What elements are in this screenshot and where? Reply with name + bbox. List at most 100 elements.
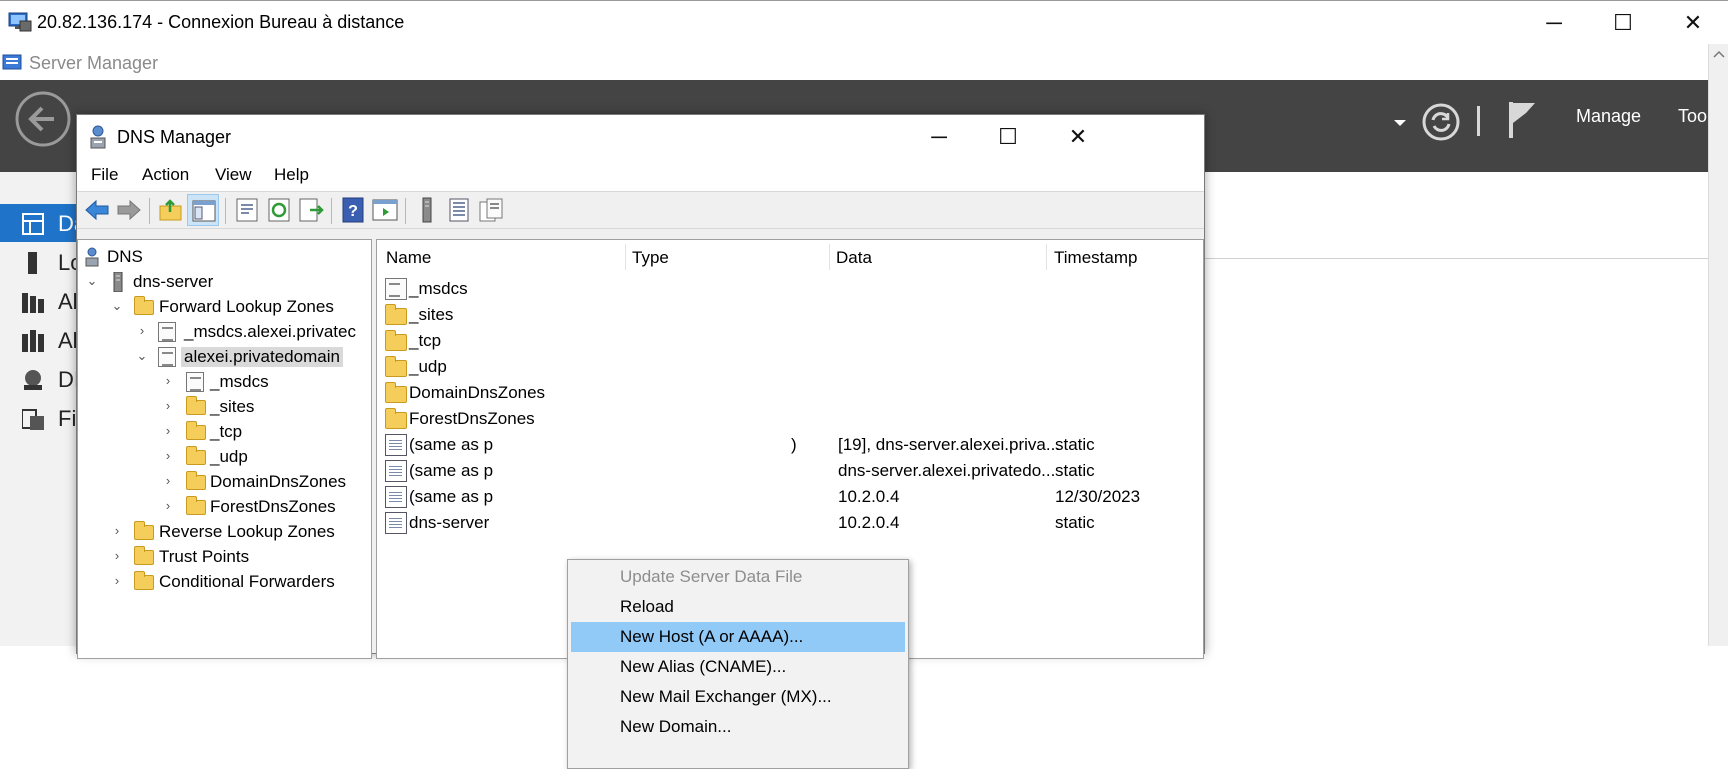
zone-icon: [385, 278, 407, 300]
table-row[interactable]: _msdcs: [377, 276, 1203, 302]
context-menu-item[interactable]: New Domain...: [571, 712, 905, 742]
expand-chevron-icon[interactable]: ›: [161, 399, 175, 413]
dns-manager-window: DNS Manager ─ ☐ ✕ File Action View Help …: [76, 114, 1205, 769]
dropdown-arrow-icon[interactable]: [1392, 118, 1408, 128]
expand-chevron-icon[interactable]: ›: [110, 524, 124, 538]
expand-chevron-icon[interactable]: ›: [161, 449, 175, 463]
refresh-icon[interactable]: [1421, 102, 1461, 142]
column-header-type[interactable]: Type: [632, 248, 669, 268]
dns-close-button[interactable]: ✕: [1053, 117, 1103, 157]
zone-copy-icon[interactable]: [477, 196, 505, 224]
dns-minimize-button[interactable]: ─: [914, 117, 964, 157]
table-row[interactable]: (same as p 10.2.0.4 12/30/2023: [377, 484, 1203, 510]
server-manager-icon: [2, 54, 22, 70]
table-row[interactable]: (same as p) [19], dns-server.alexei.priva…: [377, 432, 1203, 458]
cell-timestamp: static: [1055, 513, 1095, 532]
svg-text:?: ?: [348, 203, 358, 220]
context-menu: Update Server Data File Reload New Host (A…: [567, 559, 909, 769]
table-row[interactable]: (same as p dns-server.alexei.privatedo...…: [377, 458, 1203, 484]
console-tree-icon: [192, 200, 216, 222]
rdp-maximize-button[interactable]: ☐: [1598, 3, 1648, 43]
sidebar-item-file-services[interactable]: Fi: [0, 399, 80, 437]
table-row[interactable]: dns-server 10.2.0.4 static: [377, 510, 1203, 536]
context-menu-item[interactable]: New Alias (CNAME)...: [571, 652, 905, 682]
folder-icon: [186, 396, 206, 415]
expand-chevron-icon[interactable]: ›: [161, 424, 175, 438]
rdp-title-bar: 20.82.136.174 - Connexion Bureau à dista…: [0, 0, 1728, 44]
show-hide-tree-button[interactable]: [187, 194, 219, 226]
help-icon[interactable]: ?: [339, 196, 367, 224]
collapse-chevron-icon[interactable]: ⌄: [110, 299, 124, 313]
toolbar-separator: [149, 198, 150, 224]
column-divider[interactable]: [1046, 244, 1047, 270]
sidebar-item-dns[interactable]: DI: [0, 360, 80, 398]
server-manager-scrollbar[interactable]: [1708, 44, 1728, 646]
table-row[interactable]: _udp: [377, 354, 1203, 380]
zone-icon: [186, 372, 204, 392]
tools-menu[interactable]: Too: [1678, 106, 1707, 127]
cell-timestamp: static: [1055, 461, 1095, 480]
cell-timestamp: static: [1055, 435, 1095, 454]
up-folder-icon[interactable]: [157, 196, 185, 224]
cell-name: dns-server: [409, 513, 490, 532]
zone-icon: [158, 347, 176, 367]
column-header-timestamp[interactable]: Timestamp: [1054, 248, 1137, 268]
collapse-chevron-icon[interactable]: ⌄: [135, 349, 149, 363]
scroll-up-icon[interactable]: [1713, 50, 1725, 58]
rdp-close-button[interactable]: ✕: [1668, 3, 1718, 43]
menu-help[interactable]: Help: [274, 165, 309, 185]
context-menu-item[interactable]: New Mail Exchanger (MX)...: [571, 682, 905, 712]
dns-toolbar: ?: [77, 191, 1204, 229]
rdp-window-title: 20.82.136.174 - Connexion Bureau à dista…: [37, 12, 405, 32]
server-icon[interactable]: [413, 196, 441, 224]
file-services-icon: [22, 409, 44, 430]
expand-chevron-icon[interactable]: ›: [161, 474, 175, 488]
context-menu-item[interactable]: New Host (A or AAAA)...: [571, 622, 905, 652]
sidebar-item-ad[interactable]: Al: [0, 321, 80, 359]
expand-chevron-icon[interactable]: ›: [110, 574, 124, 588]
table-row[interactable]: _tcp: [377, 328, 1203, 354]
sidebar-item-all-servers[interactable]: Al: [0, 282, 80, 320]
table-row[interactable]: _sites: [377, 302, 1203, 328]
manage-menu[interactable]: Manage: [1576, 106, 1641, 127]
back-arrow-icon[interactable]: [14, 90, 72, 148]
notifications-flag-icon[interactable]: [1508, 100, 1538, 140]
column-divider[interactable]: [625, 244, 626, 270]
expand-chevron-icon[interactable]: ›: [161, 499, 175, 513]
console-tree: DNS ⌄ dns-server ⌄ Forward Lookup Zones …: [77, 239, 372, 659]
dns-manager-title-bar: DNS Manager ─ ☐ ✕: [77, 115, 1204, 159]
menu-view[interactable]: View: [215, 165, 252, 185]
menu-file[interactable]: File: [91, 165, 118, 185]
dns-manager-app-icon: [90, 125, 106, 149]
expand-chevron-icon[interactable]: ›: [110, 549, 124, 563]
dns-maximize-button[interactable]: ☐: [983, 117, 1033, 157]
list-icon[interactable]: [445, 196, 473, 224]
toolbar-separator: [225, 198, 226, 224]
expand-chevron-icon[interactable]: ›: [135, 324, 149, 338]
sidebar-item-dashboard[interactable]: Da: [0, 204, 86, 242]
export-list-icon[interactable]: [297, 196, 325, 224]
column-header-data[interactable]: Data: [836, 248, 872, 268]
server-icon: [113, 272, 123, 292]
back-icon[interactable]: [83, 196, 111, 224]
folder-icon: [385, 382, 407, 403]
properties-icon[interactable]: [233, 196, 261, 224]
refresh-icon[interactable]: [265, 196, 293, 224]
dns-root-icon: [85, 247, 99, 267]
sidebar-item-local-server[interactable]: Lo: [0, 243, 82, 281]
folder-icon: [186, 446, 206, 465]
record-icon: [385, 460, 407, 482]
table-row[interactable]: ForestDnsZones: [377, 406, 1203, 432]
forward-icon[interactable]: [115, 196, 143, 224]
folder-icon: [385, 356, 407, 377]
collapse-chevron-icon[interactable]: ⌄: [85, 274, 99, 288]
expand-chevron-icon[interactable]: ›: [161, 374, 175, 388]
context-menu-item[interactable]: Reload: [571, 592, 905, 622]
column-divider[interactable]: [829, 244, 830, 270]
action-pane-icon[interactable]: [371, 196, 399, 224]
rdp-minimize-button[interactable]: ─: [1529, 3, 1579, 43]
menu-action[interactable]: Action: [142, 165, 189, 185]
table-row[interactable]: DomainDnsZones: [377, 380, 1203, 406]
cell-name: (same as p: [409, 487, 494, 506]
column-header-name[interactable]: Name: [386, 248, 431, 268]
